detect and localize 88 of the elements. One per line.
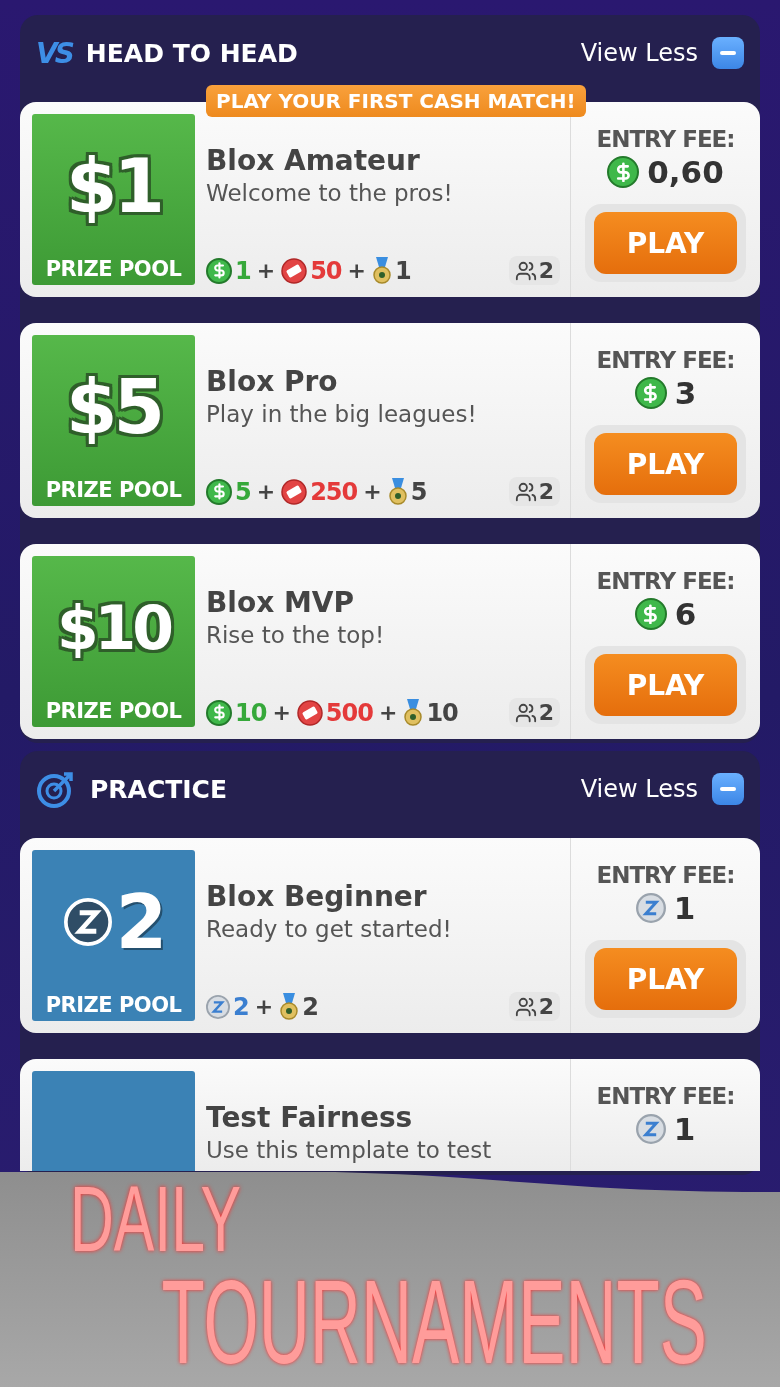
prize-amount: $10 xyxy=(56,592,171,663)
view-less-link[interactable]: View Less xyxy=(580,775,698,803)
reward-amount: 50 xyxy=(310,256,342,285)
dollar-coin-icon xyxy=(206,257,232,284)
tournament-title: Blox MVP xyxy=(206,586,356,619)
prize-label: PRIZE POOL xyxy=(45,993,182,1019)
prize-amount: $5 xyxy=(66,363,161,450)
tournament-description: Use this template to test xyxy=(206,1137,493,1163)
tournament-title: Test Fairness xyxy=(206,1101,414,1134)
view-less-link[interactable]: View Less xyxy=(580,39,698,67)
dollar-coin-icon xyxy=(634,598,667,630)
entry-fee: 6 xyxy=(674,596,697,632)
plus-sign: + xyxy=(363,479,382,504)
promo-banner: PLAY YOUR FIRST CASH MATCH! xyxy=(206,85,586,117)
players-count: 2 xyxy=(538,479,554,504)
reward-amount: 10 xyxy=(426,698,458,727)
tournament-card[interactable]: $5 PRIZE POOL Blox Pro Play in the big leagues! 5 + 250 + 5 2 ENTRY FEE: 3 PLAY xyxy=(20,323,760,518)
medal-icon xyxy=(403,698,424,727)
players-count: 2 xyxy=(538,994,554,1019)
dollar-coin-icon xyxy=(634,377,667,409)
entry-fee-label: ENTRY FEE: xyxy=(596,862,735,888)
tournament-title: Blox Pro xyxy=(206,365,339,398)
z-coin-icon xyxy=(635,1114,666,1144)
entry-fee-label: ENTRY FEE: xyxy=(596,568,735,594)
tournament-title: Blox Beginner xyxy=(206,880,428,913)
entry-fee: 1 xyxy=(673,890,696,926)
tournament-card[interactable]: 2 PRIZE POOL Blox Beginner Ready to get started! 2 + 2 2 ENTRY FEE: 1 PLAY xyxy=(20,838,760,1033)
dollar-coin-icon xyxy=(206,699,232,726)
prize-label: PRIZE POOL xyxy=(45,478,182,504)
plus-sign: + xyxy=(347,258,366,283)
medal-icon xyxy=(372,256,392,285)
tournament-title: Blox Amateur xyxy=(206,144,421,177)
prize-amount: $1 xyxy=(66,142,161,229)
reward-amount: 250 xyxy=(310,477,358,506)
reward-amount: 1 xyxy=(235,256,251,285)
promo-headline: DAILY xyxy=(68,1174,242,1265)
entry-fee: 1 xyxy=(673,1111,696,1147)
vs-logo: VS xyxy=(36,36,72,70)
reward-amount: 10 xyxy=(235,698,267,727)
z-coin-icon xyxy=(635,893,666,923)
tournament-card[interactable]: Test Fairness Use this template to test ENTRY FEE: 1 xyxy=(20,1059,760,1171)
entry-fee-label: ENTRY FEE: xyxy=(596,347,735,373)
tournament-description: Rise to the top! xyxy=(206,622,386,648)
plus-sign: + xyxy=(378,700,398,725)
medal-icon xyxy=(387,477,408,506)
plus-sign: + xyxy=(254,994,274,1019)
reward-amount: 1 xyxy=(395,256,411,285)
tournament-description: Play in the big leagues! xyxy=(206,401,478,427)
entry-fee: 3 xyxy=(674,375,697,411)
reward-amount: 500 xyxy=(325,698,373,727)
reward-amount: 2 xyxy=(302,992,318,1021)
reward-amount: 2 xyxy=(233,992,249,1021)
minus-icon xyxy=(720,787,736,791)
dollar-coin-icon xyxy=(206,478,232,505)
tournament-description: Welcome to the pros! xyxy=(206,180,454,206)
tournament-card[interactable]: $10 PRIZE POOL Blox MVP Rise to the top! 10 + 500 + 10 2 ENTRY FEE: 6 PLAY xyxy=(20,544,760,739)
reward-amount: 5 xyxy=(410,477,427,506)
players-icon xyxy=(514,259,537,282)
plus-sign: + xyxy=(272,700,291,725)
players-icon xyxy=(514,480,537,503)
z-coin-icon xyxy=(63,897,112,946)
prize-amount: 2 xyxy=(115,878,164,965)
ticket-icon xyxy=(296,699,323,726)
collapse-button[interactable] xyxy=(712,773,744,805)
players-icon xyxy=(514,701,537,724)
promo-headline: TOURNAMENTS xyxy=(160,1264,709,1379)
prize-label: PRIZE POOL xyxy=(45,699,182,725)
collapse-button[interactable] xyxy=(712,37,744,69)
ticket-icon xyxy=(281,257,308,284)
players-icon xyxy=(514,995,537,1018)
plus-sign: + xyxy=(256,479,276,504)
z-coin-icon xyxy=(206,994,230,1019)
plus-sign: + xyxy=(256,258,276,283)
section-title: HEAD TO HEAD xyxy=(85,38,299,68)
players-count: 2 xyxy=(538,700,554,725)
entry-fee-label: ENTRY FEE: xyxy=(596,1083,735,1109)
ticket-icon xyxy=(281,478,308,505)
minus-icon xyxy=(720,51,736,55)
section-title: PRACTICE xyxy=(90,774,229,804)
dollar-coin-icon xyxy=(607,156,640,188)
entry-fee: 0,60 xyxy=(647,154,724,190)
entry-fee-label: ENTRY FEE: xyxy=(596,126,735,152)
tournament-description: Ready to get started! xyxy=(206,916,453,942)
prize-label: PRIZE POOL xyxy=(45,257,182,283)
medal-icon xyxy=(279,992,300,1021)
reward-amount: 5 xyxy=(235,477,251,506)
players-count: 2 xyxy=(538,258,554,283)
target-icon xyxy=(36,769,76,809)
